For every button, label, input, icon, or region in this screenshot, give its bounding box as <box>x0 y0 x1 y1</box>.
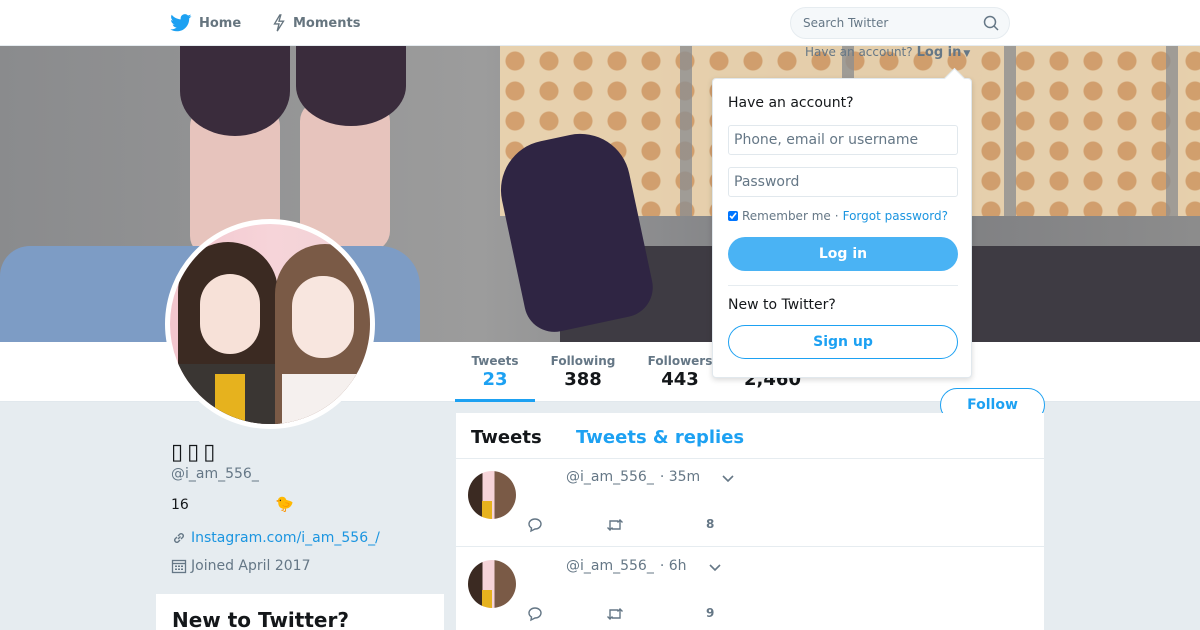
tweet-handle[interactable]: @i_am_556_ <box>566 558 654 574</box>
login-toggle-action[interactable]: Log in <box>917 45 962 60</box>
profile-link: Instagram.com/i_am_556_/ <box>171 530 380 546</box>
avatar-face-right <box>292 276 354 358</box>
remember-row: Remember me · Forgot password? <box>728 209 948 223</box>
stat-following-label: Following <box>550 354 616 368</box>
search-input[interactable] <box>803 8 973 38</box>
calendar-icon <box>171 559 187 574</box>
tweet-time[interactable]: · 35m <box>660 469 700 485</box>
separator-dot: · <box>834 209 839 223</box>
profile-link-url[interactable]: Instagram.com/i_am_556_/ <box>191 530 380 546</box>
login-toggle[interactable]: Have an account? Log in ▼ <box>805 45 970 60</box>
stat-following-value: 388 <box>564 369 602 390</box>
stat-followers-label: Followers <box>647 354 713 368</box>
retweet-button[interactable] <box>606 517 624 533</box>
stat-following[interactable]: Following 388 <box>545 342 621 402</box>
like-count[interactable]: 8 <box>706 517 714 531</box>
chevron-down-icon[interactable] <box>708 560 722 574</box>
link-icon <box>174 533 184 543</box>
avatar[interactable] <box>165 219 375 429</box>
profile-handle[interactable]: @i_am_556_ <box>171 466 259 482</box>
nav-moments-label: Moments <box>293 15 361 31</box>
lightning-icon <box>273 14 285 32</box>
banner-shoe-right <box>296 46 406 126</box>
new-to-twitter-card: New to Twitter? <box>156 594 444 630</box>
tweet-avatar[interactable] <box>468 560 516 608</box>
chevron-down-icon[interactable] <box>721 471 735 485</box>
chick-emoji: 🐤 <box>275 495 294 513</box>
timeline-tabs: Tweets Tweets & replies <box>456 413 1044 459</box>
stat-followers[interactable]: Followers 443 <box>640 342 720 402</box>
signup-button[interactable]: Sign up <box>728 325 958 359</box>
reply-icon <box>528 607 542 622</box>
remember-checkbox[interactable] <box>728 211 738 221</box>
banner-shoe-left <box>180 46 290 136</box>
forgot-password-link[interactable]: Forgot password? <box>843 209 948 223</box>
timeline: Tweets Tweets & replies @i_am_556_ · 35m … <box>456 413 1044 630</box>
password-field[interactable] <box>728 167 958 197</box>
tweet-item[interactable]: @i_am_556_ · 6h 9 <box>456 548 1044 630</box>
nav-moments[interactable]: Moments <box>272 0 360 46</box>
tweet-meta: @i_am_556_ · 35m <box>566 469 700 485</box>
reply-button[interactable] <box>526 606 544 622</box>
avatar-shirt-right <box>282 374 370 424</box>
tweet-item[interactable]: @i_am_556_ · 35m 8 <box>456 459 1044 547</box>
search-box <box>790 7 1010 39</box>
retweet-button[interactable] <box>606 606 624 622</box>
nav-home[interactable]: Home <box>170 0 241 46</box>
stat-tweets[interactable]: Tweets 23 <box>455 342 535 402</box>
stat-tweets-value: 23 <box>482 369 508 390</box>
tweet-meta: @i_am_556_ · 6h <box>566 558 687 574</box>
tab-tweets-replies[interactable]: Tweets & replies <box>576 427 744 448</box>
retweet-icon <box>607 519 623 531</box>
search-icon[interactable] <box>983 15 999 31</box>
profile-bio: 16 🐤 <box>171 495 294 513</box>
profile-joined: Joined April 2017 <box>171 558 311 574</box>
tweet-actions: 9 <box>526 606 766 626</box>
tab-tweets[interactable]: Tweets <box>471 427 542 448</box>
tweet-time[interactable]: · 6h <box>660 558 687 574</box>
stat-tweets-label: Tweets <box>471 354 519 368</box>
tweet-avatar[interactable] <box>468 471 516 519</box>
divider <box>728 285 958 286</box>
avatar-face-left <box>200 274 260 354</box>
new-to-twitter-heading: New to Twitter? <box>172 608 349 630</box>
login-toggle-prompt: Have an account? <box>805 45 913 59</box>
reply-button[interactable] <box>526 517 544 533</box>
nav-home-label: Home <box>199 15 242 31</box>
top-nav: Home Moments <box>0 0 1200 46</box>
avatar-shirt-left <box>215 374 245 424</box>
profile-bio-text: 16 <box>171 497 189 513</box>
twitter-bird-icon <box>170 14 192 32</box>
caret-down-icon: ▼ <box>963 49 971 59</box>
profile-joined-text: Joined April 2017 <box>191 558 311 574</box>
login-button[interactable]: Log in <box>728 237 958 271</box>
tweet-handle[interactable]: @i_am_556_ <box>566 469 654 485</box>
profile-name[interactable]: ▯▯▯ <box>171 440 219 465</box>
login-dropdown: Have an account? Remember me · Forgot pa… <box>712 78 972 378</box>
username-field[interactable] <box>728 125 958 155</box>
like-count[interactable]: 9 <box>706 606 714 620</box>
tweet-actions: 8 <box>526 517 766 537</box>
retweet-icon <box>607 608 623 620</box>
stat-followers-value: 443 <box>661 369 699 390</box>
remember-label[interactable]: Remember me <box>742 209 831 223</box>
reply-icon <box>528 518 542 533</box>
login-title: Have an account? <box>728 95 854 111</box>
new-to-twitter-label: New to Twitter? <box>728 297 836 313</box>
